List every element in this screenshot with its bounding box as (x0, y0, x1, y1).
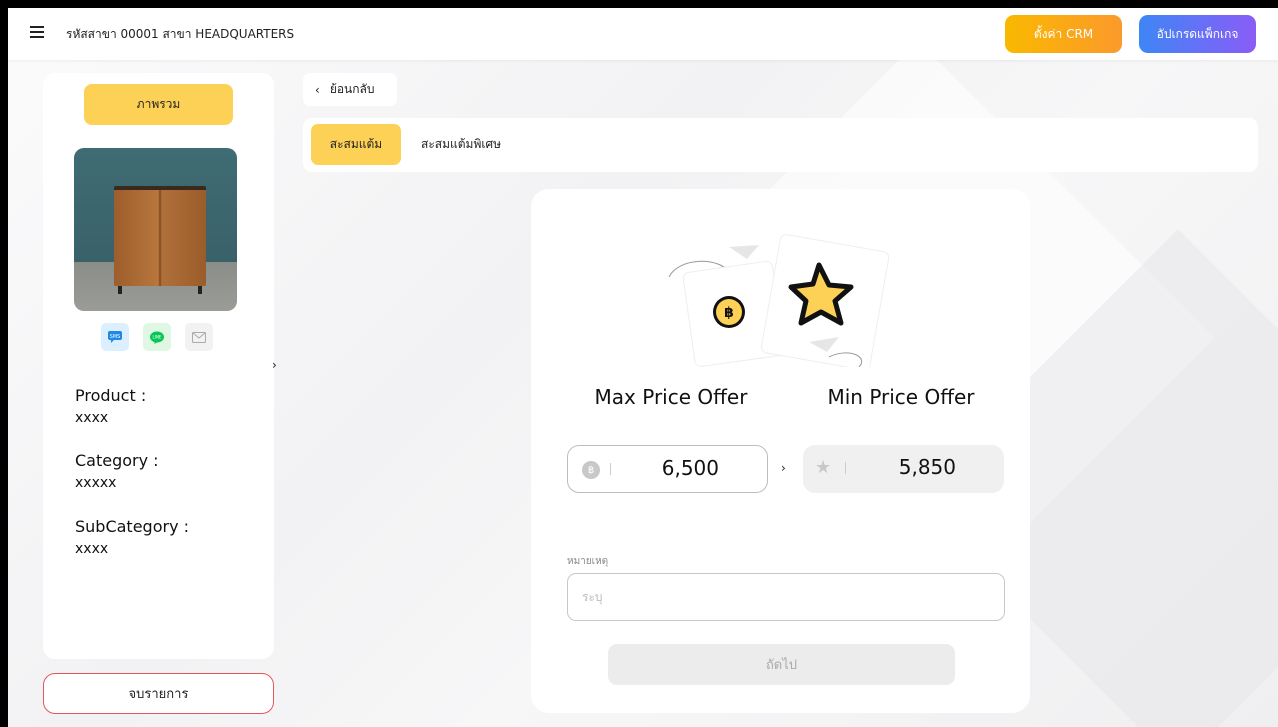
hamburger-menu-icon[interactable] (30, 26, 44, 38)
note-label: หมายเหตุ (567, 556, 609, 567)
collapse-sidebar-chevron-icon[interactable]: › (272, 358, 277, 372)
min-price-value: 5,850 (898, 455, 956, 479)
category-info: Category : xxxxx (75, 450, 159, 494)
coin-icon: ฿ (582, 461, 600, 479)
back-button[interactable]: ‹ ย้อนกลับ (303, 73, 397, 106)
overview-button[interactable]: ภาพรวม (84, 84, 233, 125)
tab-collect-special-points[interactable]: สะสมแต้มพิเศษ (421, 124, 501, 165)
subcategory-value: xxxx (75, 541, 109, 557)
product-value: xxxx (75, 410, 109, 426)
max-price-value: 6,500 (661, 456, 719, 480)
subcategory-info: SubCategory : xxxx (75, 516, 189, 560)
max-price-label: Max Price Offer (594, 385, 748, 409)
page: รหัสสาขา 00001 สาขา HEADQUARTERS ตั้งค่า… (8, 8, 1278, 727)
max-price-field[interactable]: ฿ 6,500 (567, 445, 768, 493)
subcategory-label: SubCategory : (75, 517, 190, 536)
sms-icon[interactable]: SMS (101, 323, 129, 351)
product-image (74, 148, 237, 311)
product-label: Product : (75, 386, 147, 405)
sidebar: ภาพรวม SMS LINE Product : xxxx Category … (43, 73, 274, 659)
share-row: SMS LINE (101, 323, 213, 351)
svg-text:LINE: LINE (153, 334, 162, 339)
chevron-right-icon: › (781, 461, 786, 475)
star-icon: ★ (815, 457, 832, 478)
svg-text:฿: ฿ (724, 305, 734, 321)
product-info: Product : xxxx (75, 385, 146, 429)
svg-text:SMS: SMS (110, 334, 121, 340)
top-bar: รหัสสาขา 00001 สาขา HEADQUARTERS ตั้งค่า… (8, 8, 1278, 60)
line-icon[interactable]: LINE (143, 323, 171, 351)
crm-settings-button[interactable]: ตั้งค่า CRM (1005, 15, 1122, 53)
end-transaction-button[interactable]: จบรายการ (43, 673, 274, 714)
tab-collect-points[interactable]: สะสมแต้ม (311, 124, 401, 165)
note-input[interactable] (567, 573, 1005, 621)
price-offer-card: ฿ Max Price Offer Min Price Offer ฿ 6,50… (531, 189, 1030, 713)
branch-title: รหัสสาขา 00001 สาขา HEADQUARTERS (66, 27, 295, 41)
chevron-left-icon: ‹ (315, 82, 320, 97)
min-price-label: Min Price Offer (827, 385, 975, 409)
min-price-field: ★ 5,850 (803, 445, 1004, 493)
coin-star-illustration-icon: ฿ (668, 234, 889, 367)
next-button[interactable]: ถัดไป (608, 644, 955, 685)
mail-icon[interactable] (185, 323, 213, 351)
back-label: ย้อนกลับ (329, 82, 375, 96)
tab-bar: สะสมแต้ม สะสมแต้มพิเศษ (303, 118, 1258, 172)
category-label: Category : (75, 451, 159, 470)
upgrade-package-button[interactable]: อัปเกรดแพ็กเกจ (1139, 15, 1256, 53)
category-value: xxxxx (75, 475, 117, 491)
